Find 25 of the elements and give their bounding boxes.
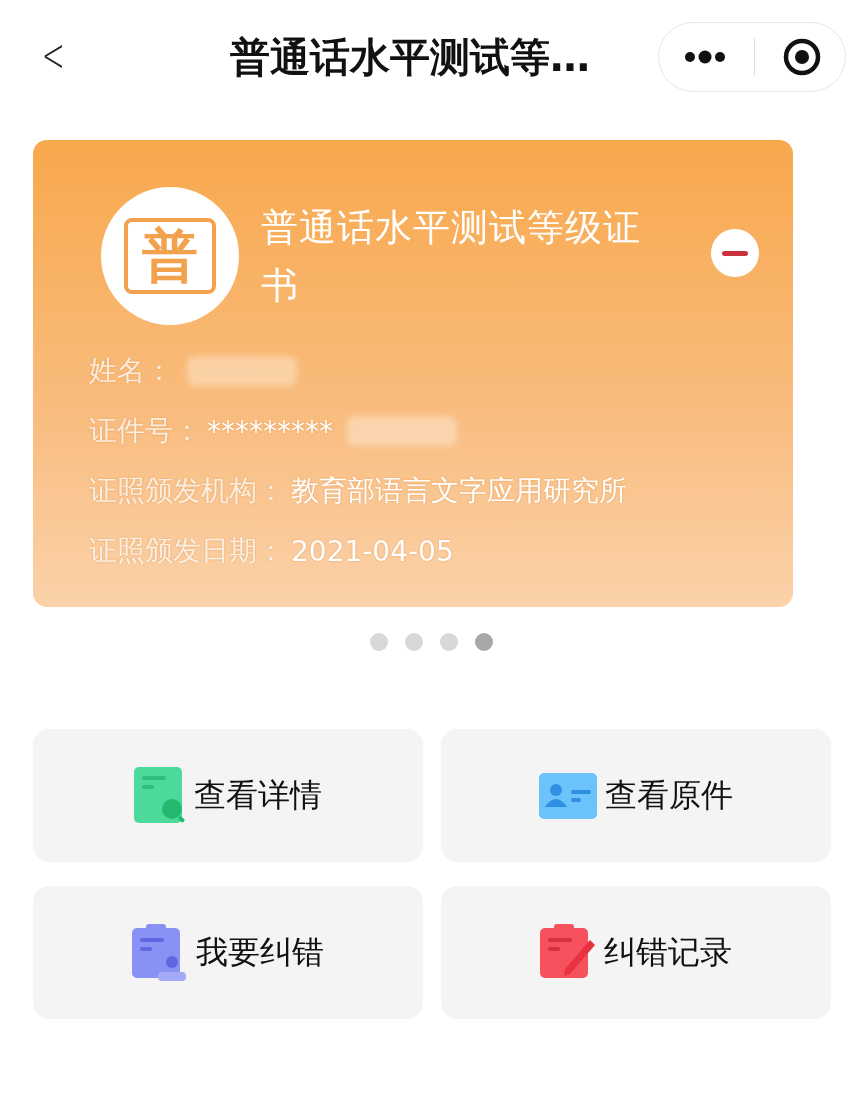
document-search-icon [134,766,186,825]
field-value: 教育部语言文字应用研究所 [291,473,627,509]
logo-mark: 普 [124,218,216,294]
close-icon[interactable] [781,37,822,77]
remove-button[interactable] [711,229,759,277]
field-value: ********* [207,414,333,448]
page-dot[interactable] [475,633,493,651]
field-value: 2021-04-05 [291,534,454,568]
certificate-title: 普通话水平测试等级证书 [261,205,642,309]
back-button[interactable]: < [41,28,65,82]
action-button[interactable]: 查看详情 [33,729,423,862]
clipboard-stamp-icon [132,923,188,982]
field-label: 证照颁发日期： [89,533,285,569]
page-dot[interactable] [370,633,388,651]
field-label: 姓名： [89,353,173,389]
action-button[interactable]: 纠错记录 [441,886,831,1019]
field-label: 证照颁发机构： [89,473,285,509]
page-dot[interactable] [440,633,458,651]
action-button[interactable]: 查看原件 [441,729,831,862]
action-button[interactable]: 我要纠错 [33,886,423,1019]
more-icon[interactable] [682,50,727,64]
field-label: 证件号： [89,413,201,449]
page-title: 普通话水平测试等… [230,33,590,82]
page-dot[interactable] [405,633,423,651]
id-card-icon [539,772,597,819]
